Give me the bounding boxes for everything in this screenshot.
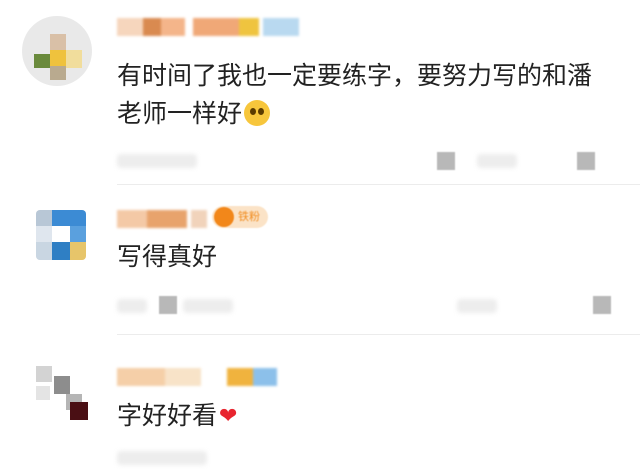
username-blurred[interactable] (117, 18, 299, 36)
comment-meta-blurred (117, 150, 640, 170)
fan-badge[interactable]: 铁粉 (212, 206, 268, 228)
comment-text: 有时间了我也一定要练字，要努力写的和潘 (117, 61, 593, 90)
avatar[interactable] (36, 210, 86, 260)
divider (117, 184, 640, 185)
badge-label: 铁粉 (238, 210, 260, 223)
timestamp-blurred (159, 296, 177, 314)
red-heart-icon: ❤ (219, 404, 238, 429)
username-blurred[interactable] (117, 210, 207, 228)
comment-text-tail: 老师一样好 (117, 99, 243, 128)
comment-text: 写得真好 (117, 242, 218, 271)
avatar[interactable] (22, 16, 92, 86)
comment-item: 字好好看❤ (0, 340, 640, 469)
comment-item: 铁粉 写得真好 (0, 190, 640, 340)
share-icon[interactable] (437, 152, 455, 170)
comment-text-body: 字好好看 (117, 401, 218, 430)
comment-item: 有时间了我也一定要练字，要努力写的和潘 老师一样好 (0, 0, 640, 190)
username-blurred[interactable] (117, 368, 277, 386)
badge-icon (214, 207, 234, 227)
like-icon[interactable] (593, 296, 611, 314)
like-icon[interactable] (577, 152, 595, 170)
comment-meta-blurred (117, 448, 640, 468)
avatar[interactable] (36, 366, 88, 420)
comment-text-line2: 老师一样好 (117, 94, 271, 134)
comment-text: 字好好看❤ (117, 396, 237, 437)
hugging-face-emoji-icon (244, 100, 271, 126)
divider (117, 334, 640, 335)
comment-meta-blurred (117, 296, 640, 316)
